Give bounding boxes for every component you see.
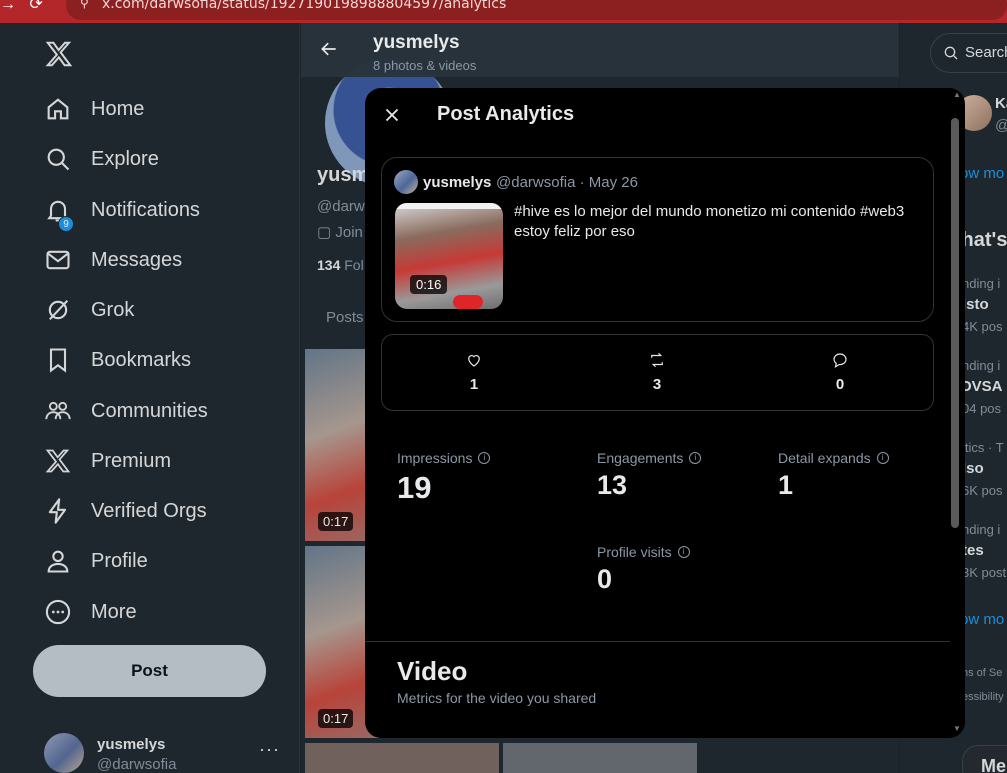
scroll-down-icon[interactable]: ▼	[953, 724, 961, 733]
browser-bar: → ⟳ ⚲ x.com/darwsofia/status/19271901989…	[0, 0, 1007, 23]
url-text[interactable]: x.com/darwsofia/status/19271901989888045…	[102, 0, 506, 12]
header-profile-name: yusmelys	[373, 32, 460, 53]
dialog-title: Post Analytics	[437, 103, 575, 125]
repost-icon	[651, 352, 663, 368]
video-section-title: Video	[397, 656, 468, 686]
hive-logo-icon	[453, 295, 483, 309]
video-caption-bar	[395, 203, 503, 209]
scrollbar[interactable]	[951, 118, 959, 728]
likes-count: 1	[469, 376, 479, 393]
engagement-summary: 1 3 0	[381, 334, 934, 411]
avatar	[394, 170, 418, 194]
site-settings-icon[interactable]: ⚲	[80, 0, 89, 10]
info-icon[interactable]: i	[677, 546, 690, 558]
replies-stat: 0	[820, 351, 860, 393]
likes-stat: 1	[454, 351, 494, 393]
impressions-label: Impressions	[397, 450, 473, 466]
engagements-label: Engagements	[597, 450, 684, 466]
detail-expands-value: 1	[778, 470, 794, 500]
info-icon[interactable]: i	[689, 452, 702, 464]
scroll-up-icon[interactable]: ▲	[953, 90, 961, 99]
back-arrow-icon[interactable]	[319, 39, 339, 59]
heart-icon	[468, 355, 480, 367]
profile-visits-value: 0	[597, 564, 613, 594]
scrollbar-thumb[interactable]	[951, 118, 959, 528]
impressions-value: 19	[397, 470, 432, 505]
engagements-metric: Engagements i 13	[597, 450, 702, 501]
reposts-stat: 3	[637, 351, 677, 393]
detail-expands-label: Detail expands	[778, 450, 871, 466]
impressions-metric: Impressions i 19	[397, 450, 491, 506]
post-video-thumbnail[interactable]: 0:16	[395, 203, 503, 309]
profile-visits-metric: Profile visits i 0	[597, 544, 690, 595]
post-author-meta: @darwsofia · May 26	[496, 174, 638, 191]
detail-expands-metric: Detail expands i 1	[778, 450, 889, 501]
post-text: #hive es lo mejor del mundo monetizo mi …	[514, 203, 905, 240]
post-analytics-dialog: Post Analytics yusmelys @darwsofia · May…	[365, 88, 965, 738]
info-icon[interactable]: i	[478, 452, 491, 464]
profile-visits-label: Profile visits	[597, 544, 672, 560]
section-divider	[365, 641, 950, 642]
video-duration: 0:16	[410, 275, 448, 294]
header-media-count: 8 photos & videos	[373, 58, 477, 73]
replies-count: 0	[835, 376, 845, 393]
engagements-value: 13	[597, 470, 628, 500]
profile-header: yusmelys 8 photos & videos	[301, 23, 899, 77]
reposts-count: 3	[652, 376, 662, 393]
post-author-name: yusmelys	[423, 174, 492, 191]
video-section-subtitle: Metrics for the video you shared	[397, 690, 597, 706]
info-icon[interactable]: i	[876, 452, 889, 464]
browser-nav-icons[interactable]: → ⟳	[0, 0, 43, 14]
close-icon[interactable]	[381, 104, 403, 126]
reply-icon	[833, 353, 847, 368]
post-preview[interactable]: yusmelys @darwsofia · May 26 0:16 #hive …	[381, 157, 934, 322]
